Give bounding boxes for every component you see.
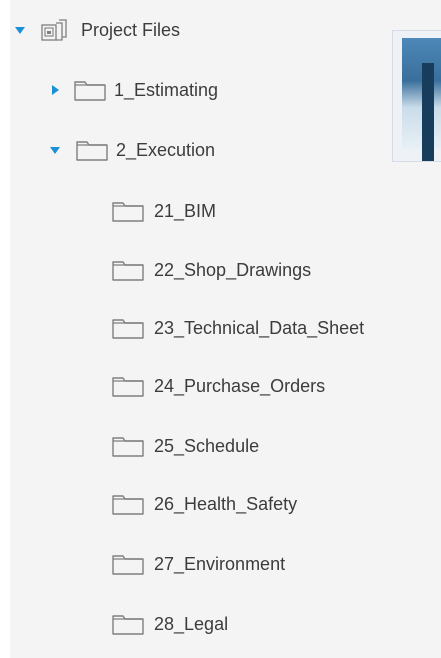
tree-folder-22-shop-drawings[interactable]: 22_Shop_Drawings	[112, 255, 311, 285]
expand-caret-down-icon[interactable]	[50, 146, 60, 154]
folder-icon	[74, 79, 106, 101]
folder-label: 27_Environment	[154, 553, 286, 574]
tree-folder-2-execution[interactable]: 2_Execution	[50, 135, 215, 165]
folder-icon	[112, 613, 144, 635]
thumbnail-image-detail	[422, 63, 434, 161]
project-files-icon	[41, 18, 67, 42]
folder-label: 2_Execution	[116, 139, 216, 160]
folder-label: 25_Schedule	[154, 435, 260, 456]
expand-caret-right-icon[interactable]	[52, 85, 59, 95]
folder-icon	[112, 493, 144, 515]
expand-caret-down-icon[interactable]	[15, 26, 25, 34]
folder-label: 24_Purchase_Orders	[154, 375, 326, 396]
folder-label: 23_Technical_Data_Sheet	[154, 317, 365, 338]
folder-icon	[76, 139, 108, 161]
folder-icon	[112, 435, 144, 457]
folder-label: 1_Estimating	[114, 79, 219, 100]
tree-root-label: Project Files	[81, 19, 181, 40]
folder-icon	[112, 317, 144, 339]
tree-folder-24-purchase-orders[interactable]: 24_Purchase_Orders	[112, 371, 325, 401]
tree-folder-25-schedule[interactable]: 25_Schedule	[112, 431, 259, 461]
folder-icon	[112, 375, 144, 397]
folder-icon	[112, 553, 144, 575]
folder-label: 21_BIM	[154, 200, 217, 221]
tree-folder-27-environment[interactable]: 27_Environment	[112, 549, 285, 579]
tree-folder-28-legal[interactable]: 28_Legal	[112, 609, 228, 639]
folder-icon	[112, 259, 144, 281]
folder-label: 22_Shop_Drawings	[154, 259, 312, 280]
folder-label: 26_Health_Safety	[154, 493, 298, 514]
tree-root-project-files[interactable]: Project Files	[15, 15, 180, 45]
tree-folder-1-estimating[interactable]: 1_Estimating	[52, 75, 218, 105]
tree-folder-21-bim[interactable]: 21_BIM	[112, 196, 216, 226]
folder-label: 28_Legal	[154, 613, 229, 634]
tree-folder-26-health-safety[interactable]: 26_Health_Safety	[112, 489, 297, 519]
tree-folder-23-technical-data-sheet[interactable]: 23_Technical_Data_Sheet	[112, 313, 364, 343]
preview-thumbnail[interactable]	[392, 30, 441, 162]
folder-icon	[112, 200, 144, 222]
